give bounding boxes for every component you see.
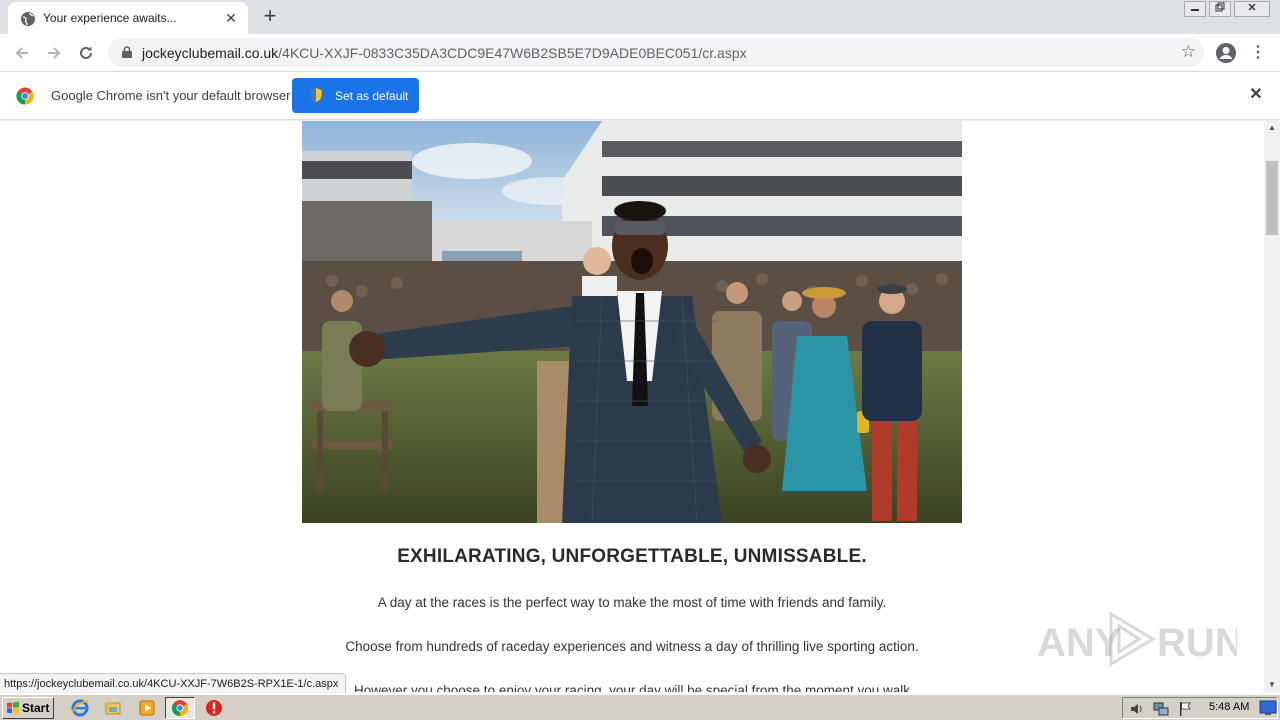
account-circle-icon[interactable]: [1215, 42, 1237, 64]
windows-taskbar: Start 5:48 AM: [0, 694, 1280, 720]
arrow-right-icon: [48, 47, 61, 59]
chrome-icon: [171, 700, 189, 717]
browser-toolbar: jockeyclubemail.co.uk/4KCU-XXJF-0833C35D…: [0, 34, 1280, 72]
page-viewport: EXHILARATING, UNFORGETTABLE, UNMISSABLE.…: [0, 121, 1264, 692]
url-domain: jockeyclubemail.co.uk: [142, 45, 279, 61]
url-text: jockeyclubemail.co.uk/4KCU-XXJF-0833C35D…: [142, 45, 747, 61]
file-explorer-icon[interactable]: [104, 699, 122, 717]
racecourse-crowd-photo: [302, 121, 962, 523]
page-headline: EXHILARATING, UNFORGETTABLE, UNMISSABLE.: [397, 546, 867, 567]
default-browser-infobar: Google Chrome isn't your default browser…: [0, 72, 1280, 120]
back-button[interactable]: [10, 41, 34, 65]
restore-icon: [1215, 2, 1225, 12]
window-close-button[interactable]: [1234, 1, 1270, 17]
url-path: /4KCU-XXJF-0833C35DA3CDC9E47W6B2SB5E7D9A…: [278, 45, 747, 61]
scroll-up-icon[interactable]: ▲: [1264, 121, 1280, 135]
chrome-logo-icon: [16, 87, 34, 105]
shield-icon: [309, 87, 323, 103]
lock-icon: [122, 46, 132, 58]
anyrun-watermark-logo: ANY RUN: [1037, 611, 1237, 667]
reload-button[interactable]: [74, 41, 98, 65]
set-as-default-label: Set as default: [335, 89, 409, 103]
network-icon[interactable]: [1153, 701, 1169, 717]
hero-image: [302, 121, 962, 523]
tab-close-icon[interactable]: ✕: [222, 9, 240, 27]
system-tray: 5:48 AM: [1122, 697, 1278, 719]
restore-button[interactable]: [1209, 1, 1231, 17]
media-player-icon[interactable]: [138, 699, 156, 717]
infobar-close-icon[interactable]: ✕: [1246, 85, 1266, 105]
forward-button[interactable]: [42, 41, 66, 65]
action-center-flag-icon[interactable]: [1177, 701, 1193, 717]
tab-title: Your experience awaits...: [43, 11, 177, 25]
new-tab-button[interactable]: +: [258, 5, 282, 29]
scrollbar-thumb[interactable]: [1266, 161, 1278, 235]
taskbar-chrome-button[interactable]: [165, 697, 195, 719]
internet-explorer-icon[interactable]: [71, 699, 89, 717]
start-label: Start: [22, 701, 50, 715]
close-icon: [1248, 3, 1256, 11]
svg-text:ANY: ANY: [1037, 621, 1122, 665]
taskbar-clock[interactable]: 5:48 AM: [1209, 701, 1249, 713]
minimize-icon: [1191, 9, 1199, 11]
volume-icon[interactable]: [1129, 701, 1145, 717]
windows-flag-icon: [7, 701, 19, 714]
reload-icon: [80, 46, 92, 59]
set-as-default-button[interactable]: Set as default: [292, 78, 419, 113]
show-desktop-icon[interactable]: [1259, 700, 1277, 716]
start-button[interactable]: Start: [2, 697, 54, 719]
arrow-left-icon: [15, 47, 28, 59]
link-status-bubble: https://jockeyclubemail.co.uk/4KCU-XXJF-…: [0, 673, 347, 694]
minimize-button[interactable]: [1184, 1, 1206, 17]
globe-icon: [21, 12, 35, 26]
tab-strip: Your experience awaits... ✕ +: [0, 0, 1280, 34]
kebab-menu-icon[interactable]: ⋮: [1250, 42, 1266, 64]
stop-sign-icon[interactable]: [205, 699, 223, 717]
scroll-down-icon[interactable]: ▼: [1264, 678, 1280, 692]
page-scrollbar[interactable]: ▲ ▼: [1264, 121, 1280, 692]
address-bar[interactable]: jockeyclubemail.co.uk/4KCU-XXJF-0833C35D…: [108, 38, 1204, 67]
tab-active[interactable]: Your experience awaits... ✕: [8, 2, 248, 34]
svg-text:RUN: RUN: [1157, 621, 1237, 665]
star-icon[interactable]: ☆: [1181, 42, 1196, 62]
infobar-message: Google Chrome isn't your default browser: [51, 88, 291, 103]
